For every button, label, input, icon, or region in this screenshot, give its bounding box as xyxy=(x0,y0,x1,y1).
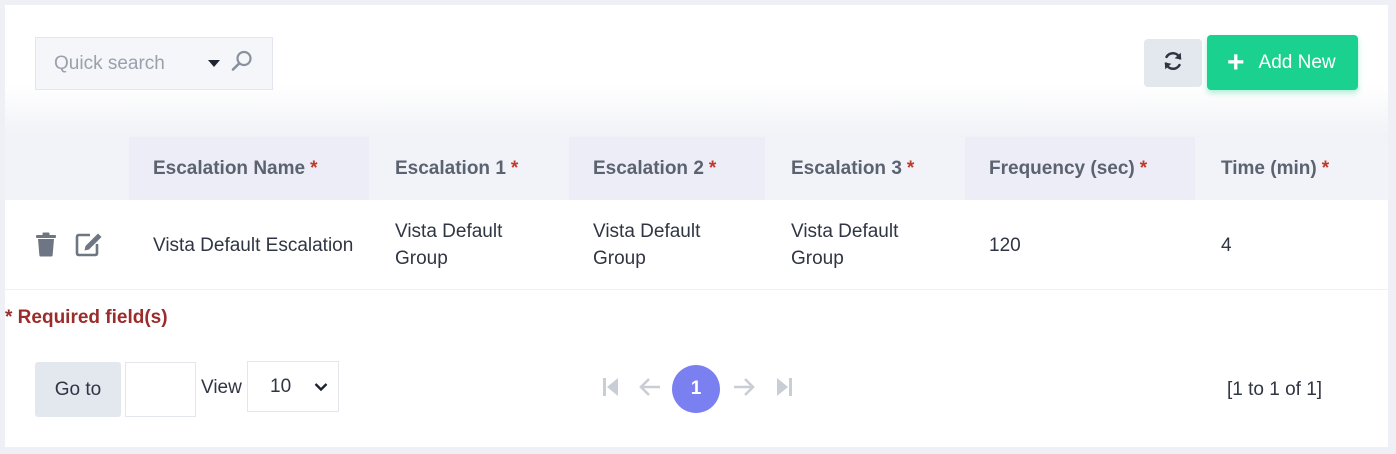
cell-escalation-1: Vista Default Group xyxy=(395,221,503,269)
chevron-down-icon xyxy=(314,376,328,398)
quick-search[interactable]: Quick search xyxy=(35,37,273,90)
col-frequency[interactable]: Frequency (sec) * xyxy=(965,137,1195,200)
cell-escalation-2: Vista Default Group xyxy=(593,221,701,269)
table-row: Vista Default Escalation Vista Default G… xyxy=(5,200,1388,290)
add-new-label: Add New xyxy=(1258,51,1336,73)
col-escalation-name[interactable]: Escalation Name * xyxy=(129,137,369,200)
refresh-button[interactable] xyxy=(1144,39,1202,87)
escalations-panel: Quick search + Add New Escalation Name *… xyxy=(5,5,1388,447)
trash-icon[interactable] xyxy=(35,232,57,262)
first-page-icon[interactable] xyxy=(602,375,620,404)
last-page-icon[interactable] xyxy=(775,375,793,404)
add-new-button[interactable]: + Add New xyxy=(1207,35,1358,90)
page-size-select[interactable]: 10 xyxy=(247,361,339,412)
page-size-value: 10 xyxy=(270,375,292,397)
toolbar: Quick search + Add New xyxy=(5,5,1388,137)
goto-page-input[interactable] xyxy=(125,362,196,417)
goto-button[interactable]: Go to xyxy=(35,362,121,417)
next-page-icon[interactable] xyxy=(732,375,756,404)
table-header: Escalation Name * Escalation 1 * Escalatio… xyxy=(5,137,1388,200)
prev-page-icon[interactable] xyxy=(638,375,662,404)
cell-escalation-name: Vista Default Escalation xyxy=(153,234,354,256)
view-label: View xyxy=(201,377,242,398)
required-note: * Required field(s) xyxy=(5,307,168,328)
col-escalation-2[interactable]: Escalation 2 * xyxy=(569,137,765,200)
actions-header xyxy=(5,137,131,200)
col-escalation-3[interactable]: Escalation 3 * xyxy=(767,137,963,200)
edit-icon[interactable] xyxy=(75,232,103,262)
refresh-icon xyxy=(1162,50,1184,77)
page-1-button[interactable]: 1 xyxy=(672,365,720,413)
cell-frequency: 120 xyxy=(989,234,1021,256)
page-range: [1 to 1 of 1] xyxy=(1227,379,1323,400)
plus-icon: + xyxy=(1227,45,1245,79)
cell-time: 4 xyxy=(1221,234,1232,256)
col-time[interactable]: Time (min) * xyxy=(1197,137,1388,200)
search-input[interactable]: Quick search xyxy=(54,53,202,75)
col-escalation-1[interactable]: Escalation 1 * xyxy=(371,137,567,200)
cell-escalation-3: Vista Default Group xyxy=(791,221,899,269)
search-icon[interactable] xyxy=(230,49,254,78)
chevron-down-icon[interactable] xyxy=(208,60,220,67)
